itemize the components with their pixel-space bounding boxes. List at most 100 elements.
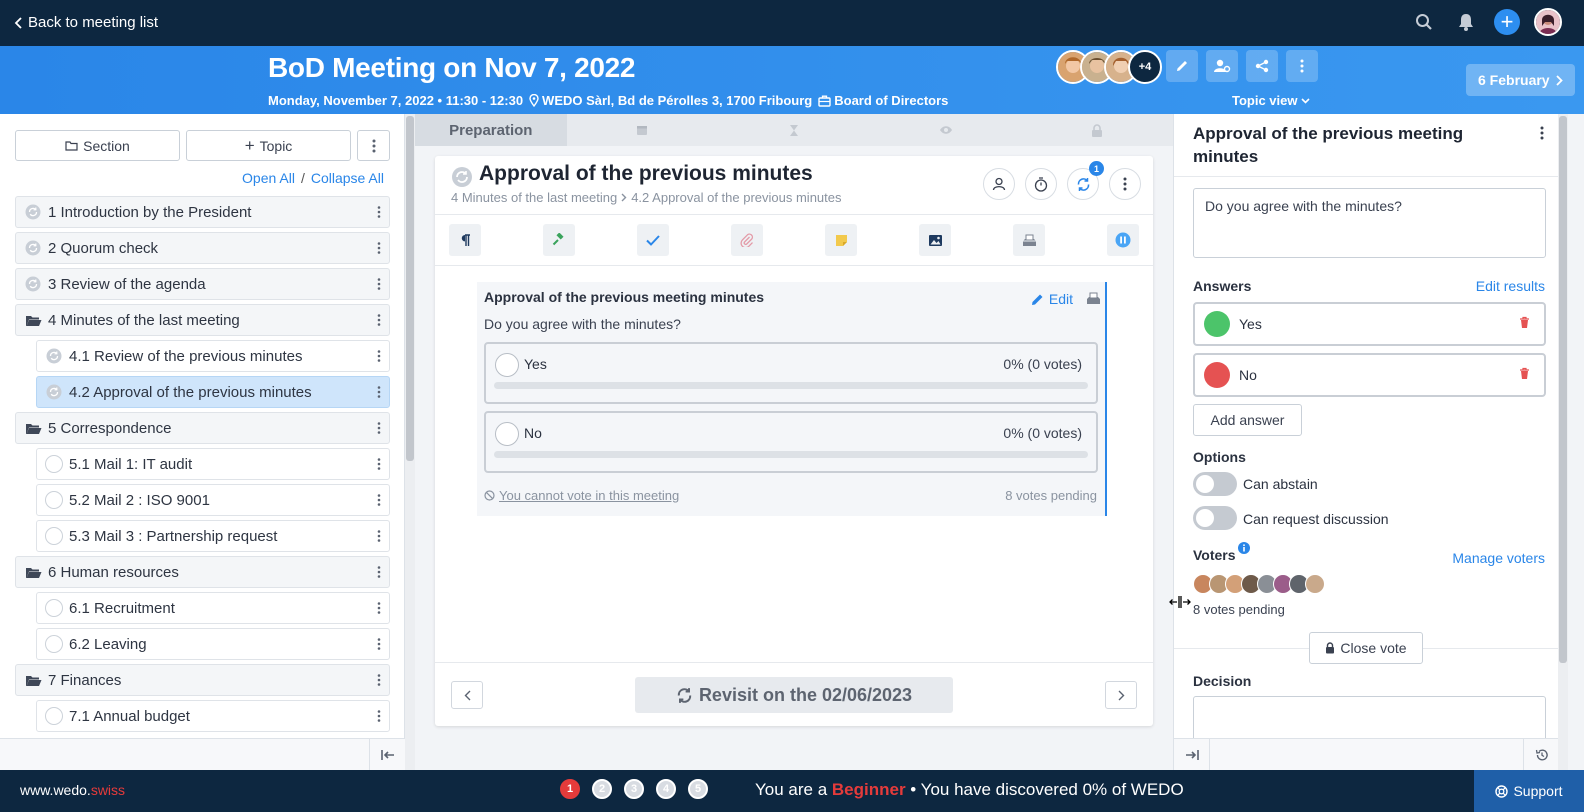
progress-step[interactable]: 3: [624, 779, 644, 799]
info-icon[interactable]: [1238, 542, 1250, 554]
back-to-meeting-list-link[interactable]: Back to meeting list: [14, 14, 158, 31]
vote-question-input[interactable]: Do you agree with the minutes?: [1193, 188, 1546, 258]
next-meeting-button[interactable]: 6 February: [1466, 64, 1575, 96]
pause-button[interactable]: [1107, 224, 1139, 256]
timer-button[interactable]: [1025, 168, 1057, 200]
add-vote-button[interactable]: [1013, 224, 1045, 256]
step-preparation[interactable]: Preparation: [415, 114, 567, 146]
add-decision-button[interactable]: [543, 224, 575, 256]
kebab-icon[interactable]: [377, 493, 381, 507]
scrollbar-thumb[interactable]: [406, 116, 414, 461]
add-answer-button[interactable]: Add answer: [1193, 404, 1302, 436]
add-image-button[interactable]: [919, 224, 951, 256]
kebab-icon[interactable]: [377, 637, 381, 651]
edit-results-link[interactable]: Edit results: [1476, 278, 1545, 294]
progress-step[interactable]: 1: [560, 779, 580, 799]
history-button[interactable]: [1523, 739, 1559, 771]
sidebar-scrollbar[interactable]: [405, 114, 415, 770]
step-review[interactable]: [870, 114, 1022, 146]
add-topic-button[interactable]: + Topic: [186, 130, 351, 161]
agenda-topic[interactable]: 7.1 Annual budget: [36, 700, 390, 732]
voter-avatars[interactable]: [1193, 574, 1325, 594]
answer-color-dot[interactable]: [1204, 311, 1230, 337]
radio-button[interactable]: [495, 353, 519, 377]
kebab-icon[interactable]: [377, 565, 381, 579]
topic-menu-button[interactable]: [1109, 168, 1141, 200]
agenda-section[interactable]: 5 Correspondence: [15, 412, 390, 444]
previous-topic-button[interactable]: [451, 681, 483, 709]
agenda-topic[interactable]: 4.2 Approval of the previous minutes: [36, 376, 390, 408]
trash-icon[interactable]: [1519, 316, 1530, 329]
user-avatar[interactable]: [1534, 8, 1562, 36]
agenda-topic[interactable]: 6.1 Recruitment: [36, 592, 390, 624]
panel-scrollbar[interactable]: [1558, 114, 1568, 770]
can-abstain-toggle[interactable]: [1193, 472, 1237, 496]
kebab-icon[interactable]: [377, 673, 381, 687]
topic-view-dropdown[interactable]: Topic view: [1232, 93, 1310, 108]
trash-icon[interactable]: [1519, 367, 1530, 380]
add-note-button[interactable]: [825, 224, 857, 256]
progress-step[interactable]: 2: [592, 779, 612, 799]
site-url[interactable]: www.wedo.swiss: [20, 782, 125, 798]
kebab-icon[interactable]: [377, 457, 381, 471]
progress-step[interactable]: 5: [688, 779, 708, 799]
collapse-panel-button[interactable]: [1174, 739, 1210, 771]
answer-no[interactable]: No: [1193, 353, 1546, 397]
share-button[interactable]: [1246, 50, 1278, 82]
kebab-icon[interactable]: [377, 709, 381, 723]
agenda-menu-button[interactable]: [357, 130, 390, 161]
vote-option-yes[interactable]: Yes 0% (0 votes): [484, 342, 1098, 404]
agenda-topic[interactable]: 3 Review of the agenda: [15, 268, 390, 300]
kebab-icon[interactable]: [377, 421, 381, 435]
radio-button[interactable]: [495, 422, 519, 446]
edit-vote-button[interactable]: Edit: [1031, 291, 1073, 307]
answer-color-dot[interactable]: [1204, 362, 1230, 388]
agenda-section[interactable]: 4 Minutes of the last meeting: [15, 304, 390, 336]
attendees-button[interactable]: [1206, 50, 1238, 82]
cannot-vote-link[interactable]: You cannot vote in this meeting: [499, 488, 679, 503]
agenda-topic[interactable]: 5.3 Mail 3 : Partnership request: [36, 520, 390, 552]
bell-icon[interactable]: [1452, 8, 1480, 36]
manage-voters-link[interactable]: Manage voters: [1452, 550, 1545, 566]
close-vote-button[interactable]: Close vote: [1309, 632, 1423, 664]
revisit-button[interactable]: 1: [1067, 161, 1104, 200]
kebab-icon[interactable]: [377, 241, 381, 255]
add-section-button[interactable]: Section: [15, 130, 180, 161]
ballot-box-icon[interactable]: [1086, 292, 1101, 305]
kebab-icon[interactable]: [1540, 126, 1544, 140]
add-text-button[interactable]: [449, 224, 481, 256]
answer-yes[interactable]: Yes: [1193, 302, 1546, 346]
agenda-section[interactable]: 6 Human resources: [15, 556, 390, 588]
agenda-topic[interactable]: 5.2 Mail 2 : ISO 9001: [36, 484, 390, 516]
step-locked[interactable]: [1021, 114, 1173, 146]
add-attachment-button[interactable]: [731, 224, 763, 256]
agenda-topic[interactable]: 2 Quorum check: [15, 232, 390, 264]
more-options-button[interactable]: [1286, 50, 1318, 82]
can-request-discussion-toggle[interactable]: [1193, 506, 1237, 530]
search-icon[interactable]: [1410, 8, 1438, 36]
breadcrumb-parent[interactable]: 4 Minutes of the last meeting: [451, 190, 617, 205]
kebab-icon[interactable]: [377, 349, 381, 363]
progress-step[interactable]: 4: [656, 779, 676, 799]
revisit-button[interactable]: Revisit on the 02/06/2023: [635, 677, 953, 713]
attendee-avatars[interactable]: +4: [1056, 50, 1162, 84]
scrollbar-thumb[interactable]: [1559, 116, 1567, 663]
agenda-topic[interactable]: 1 Introduction by the President: [15, 196, 390, 228]
assignee-button[interactable]: [983, 168, 1015, 200]
add-button[interactable]: +: [1494, 9, 1520, 35]
agenda-section[interactable]: 7 Finances: [15, 664, 390, 696]
kebab-icon[interactable]: [377, 313, 381, 327]
next-topic-button[interactable]: [1105, 681, 1137, 709]
open-all-link[interactable]: Open All: [242, 170, 295, 186]
support-button[interactable]: Support: [1474, 770, 1584, 812]
add-task-button[interactable]: [637, 224, 669, 256]
kebab-icon[interactable]: [377, 277, 381, 291]
kebab-icon[interactable]: [377, 601, 381, 615]
kebab-icon[interactable]: [377, 205, 381, 219]
collapse-all-link[interactable]: Collapse All: [311, 170, 384, 186]
step-timer[interactable]: [718, 114, 870, 146]
agenda-topic[interactable]: 6.2 Leaving: [36, 628, 390, 660]
edit-meeting-button[interactable]: [1166, 50, 1198, 82]
agenda-topic[interactable]: 4.1 Review of the previous minutes: [36, 340, 390, 372]
kebab-icon[interactable]: [377, 385, 381, 399]
